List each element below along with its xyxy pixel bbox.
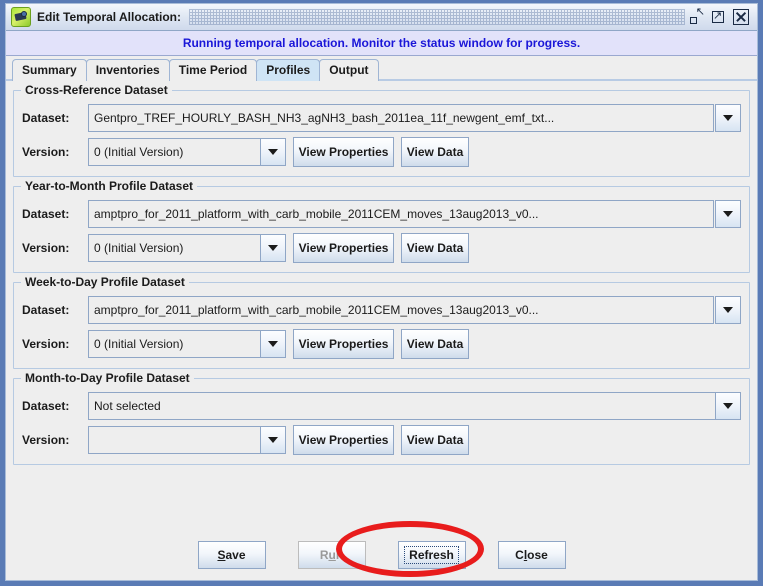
save-label-post: ave	[225, 548, 246, 562]
group-title: Cross-Reference Dataset	[21, 83, 172, 97]
dataset-label: Dataset:	[22, 207, 70, 221]
view-properties-button[interactable]: View Properties	[293, 425, 394, 455]
status-message-bar: Running temporal allocation. Monitor the…	[6, 31, 757, 56]
save-button[interactable]: Save	[197, 541, 266, 569]
close-label-pre: C	[515, 548, 524, 562]
combo-value: 0 (Initial Version)	[94, 241, 184, 255]
view-data-button[interactable]: View Data	[401, 233, 469, 263]
version-label: Version:	[22, 433, 70, 447]
group-month-to-day-profile-dataset: Month-to-Day Profile Dataset Dataset: No…	[13, 371, 750, 465]
chevron-down-icon[interactable]	[715, 393, 740, 419]
version-row: Version: View Properties View Data	[22, 425, 741, 455]
year-to-month-version-combo[interactable]: 0 (Initial Version)	[88, 234, 286, 262]
group-cross-reference-dataset: Cross-Reference Dataset Dataset: Gentpro…	[13, 83, 750, 177]
tab-summary[interactable]: Summary	[12, 59, 87, 81]
chevron-down-icon[interactable]	[260, 427, 285, 453]
close-label-post: ose	[527, 548, 548, 562]
refresh-button[interactable]: Refresh	[397, 541, 466, 569]
version-row: Version: 0 (Initial Version) View Proper…	[22, 137, 741, 167]
tab-output[interactable]: Output	[319, 59, 379, 81]
tab-inventories[interactable]: Inventories	[85, 59, 170, 81]
version-row: Version: 0 (Initial Version) View Proper…	[22, 329, 741, 359]
week-to-day-version-combo[interactable]: 0 (Initial Version)	[88, 330, 286, 358]
application-window: Edit Temporal Allocation: Running tempor…	[0, 0, 763, 586]
dataset-row: Dataset: Gentpro_TREF_HOURLY_BASH_NH3_ag…	[22, 103, 741, 133]
chevron-down-icon[interactable]	[715, 200, 741, 228]
version-label: Version:	[22, 145, 70, 159]
close-window-icon[interactable]	[733, 9, 749, 25]
combo-value	[89, 427, 260, 453]
view-data-button[interactable]: View Data	[401, 329, 469, 359]
dataset-label: Dataset:	[22, 303, 70, 317]
view-data-button[interactable]: View Data	[401, 137, 469, 167]
cross-reference-version-combo[interactable]: 0 (Initial Version)	[88, 138, 286, 166]
chevron-down-icon[interactable]	[260, 235, 285, 261]
dataset-label: Dataset:	[22, 111, 70, 125]
dataset-row: Dataset: amptpro_for_2011_platform_with_…	[22, 199, 741, 229]
tab-time-period[interactable]: Time Period	[168, 59, 258, 81]
combo-value: Not selected	[94, 399, 161, 413]
tab-profiles[interactable]: Profiles	[256, 59, 321, 81]
version-label: Version:	[22, 241, 70, 255]
title-bar: Edit Temporal Allocation:	[6, 4, 757, 31]
dataset-row: Dataset: amptpro_for_2011_platform_with_…	[22, 295, 741, 325]
chevron-down-icon[interactable]	[715, 104, 741, 132]
group-title: Month-to-Day Profile Dataset	[21, 371, 194, 385]
month-to-day-version-combo[interactable]	[88, 426, 286, 454]
combo-value: Gentpro_TREF_HOURLY_BASH_NH3_agNH3_bash_…	[88, 104, 714, 132]
view-properties-button[interactable]: View Properties	[293, 329, 394, 359]
run-label-post: n	[335, 548, 344, 562]
close-button[interactable]: Close	[497, 541, 566, 569]
version-row: Version: 0 (Initial Version) View Proper…	[22, 233, 741, 263]
combo-value: 0 (Initial Version)	[94, 145, 184, 159]
chevron-down-icon[interactable]	[260, 331, 285, 357]
cross-reference-dataset-combo[interactable]: Gentpro_TREF_HOURLY_BASH_NH3_agNH3_bash_…	[88, 104, 741, 132]
restore-window-icon[interactable]	[689, 6, 705, 25]
group-title: Year-to-Month Profile Dataset	[21, 179, 198, 193]
window-title: Edit Temporal Allocation:	[37, 10, 182, 24]
status-message-text: Running temporal allocation. Monitor the…	[182, 36, 581, 50]
camera-app-icon	[11, 7, 31, 27]
tab-strip: Summary Inventories Time Period Profiles…	[6, 56, 757, 81]
run-button[interactable]: Run	[297, 541, 366, 569]
view-data-button[interactable]: View Data	[401, 425, 469, 455]
run-mnemonic: u	[328, 548, 336, 562]
dataset-label: Dataset:	[22, 399, 70, 413]
version-label: Version:	[22, 337, 70, 351]
chevron-down-icon[interactable]	[260, 139, 285, 165]
chevron-down-icon[interactable]	[715, 296, 741, 324]
profiles-panel: Cross-Reference Dataset Dataset: Gentpro…	[7, 81, 756, 579]
month-to-day-dataset-combo[interactable]: Not selected	[88, 392, 741, 420]
window-controls	[689, 6, 757, 25]
maximize-window-icon[interactable]	[711, 9, 727, 25]
refresh-label: Refresh	[409, 548, 454, 562]
group-year-to-month-profile-dataset: Year-to-Month Profile Dataset Dataset: a…	[13, 179, 750, 273]
week-to-day-dataset-combo[interactable]: amptpro_for_2011_platform_with_carb_mobi…	[88, 296, 741, 324]
view-properties-button[interactable]: View Properties	[293, 137, 394, 167]
combo-value: amptpro_for_2011_platform_with_carb_mobi…	[88, 200, 714, 228]
dialog-button-bar: Save Run Refresh Close	[13, 539, 750, 571]
window-inner-frame: Edit Temporal Allocation: Running tempor…	[5, 3, 758, 581]
year-to-month-dataset-combo[interactable]: amptpro_for_2011_platform_with_carb_mobi…	[88, 200, 741, 228]
group-week-to-day-profile-dataset: Week-to-Day Profile Dataset Dataset: amp…	[13, 275, 750, 369]
view-properties-button[interactable]: View Properties	[293, 233, 394, 263]
combo-value: amptpro_for_2011_platform_with_carb_mobi…	[88, 296, 714, 324]
dataset-row: Dataset: Not selected	[22, 391, 741, 421]
title-bar-texture	[189, 9, 685, 25]
group-title: Week-to-Day Profile Dataset	[21, 275, 189, 289]
combo-value: 0 (Initial Version)	[94, 337, 184, 351]
